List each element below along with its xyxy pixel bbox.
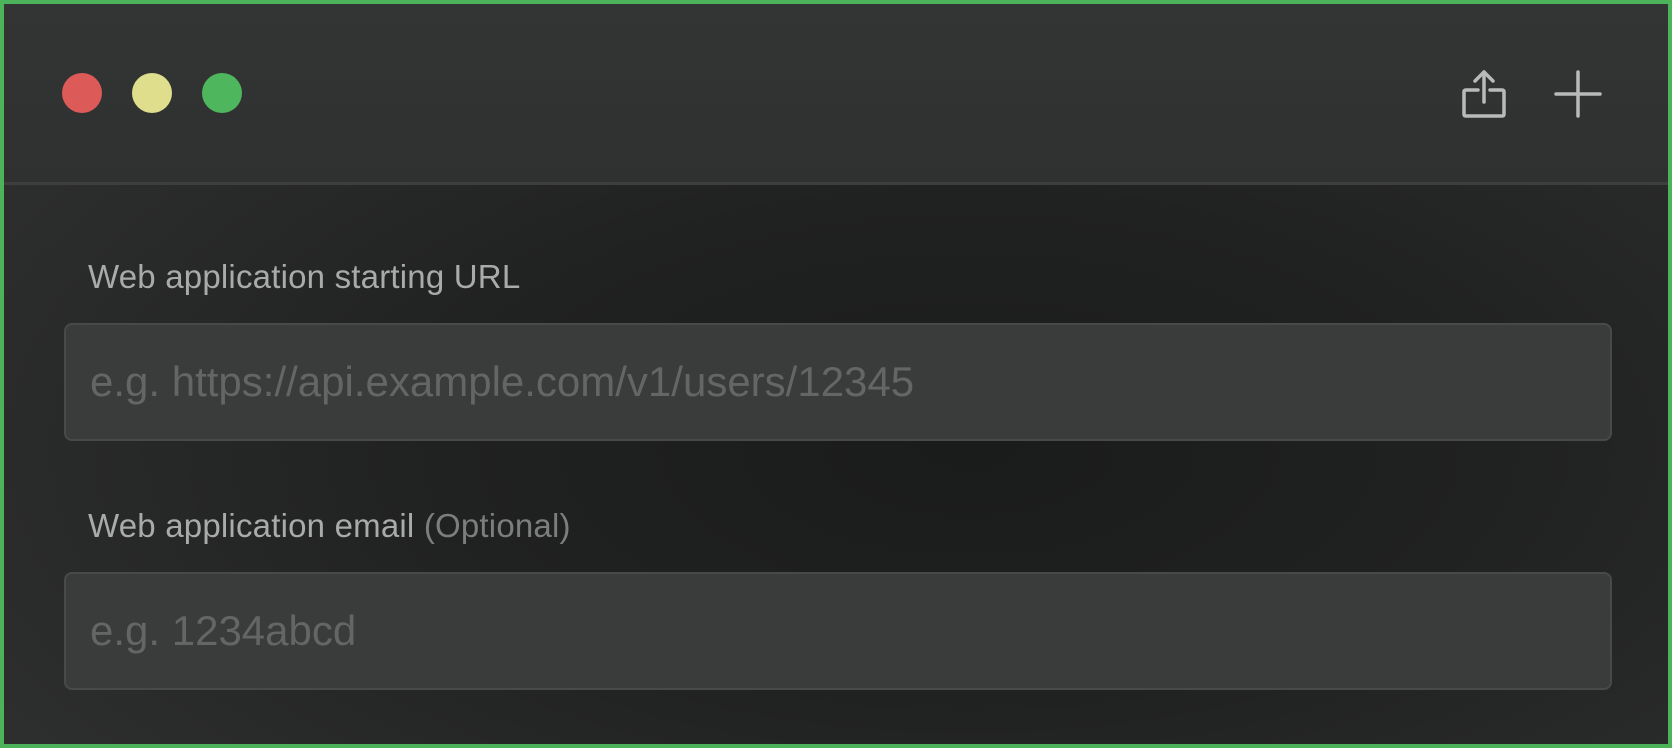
- email-input[interactable]: [64, 572, 1612, 690]
- minimize-window-button[interactable]: [132, 73, 172, 113]
- share-icon: [1462, 70, 1506, 118]
- starting-url-input[interactable]: [64, 323, 1612, 441]
- add-button[interactable]: [1550, 66, 1606, 122]
- url-label-text: Web application starting URL: [88, 258, 521, 295]
- email-label-text: Web application email: [88, 507, 415, 544]
- optional-tag: (Optional): [423, 507, 571, 544]
- share-button[interactable]: [1456, 66, 1512, 122]
- plus-icon: [1554, 70, 1602, 118]
- close-window-button[interactable]: [62, 73, 102, 113]
- title-bar: [4, 4, 1668, 185]
- url-field-label: Web application starting URL: [88, 258, 520, 296]
- email-field-label: Web application email (Optional): [88, 507, 571, 545]
- maximize-window-button[interactable]: [202, 73, 242, 113]
- app-window: Web application starting URL Web applica…: [0, 0, 1672, 748]
